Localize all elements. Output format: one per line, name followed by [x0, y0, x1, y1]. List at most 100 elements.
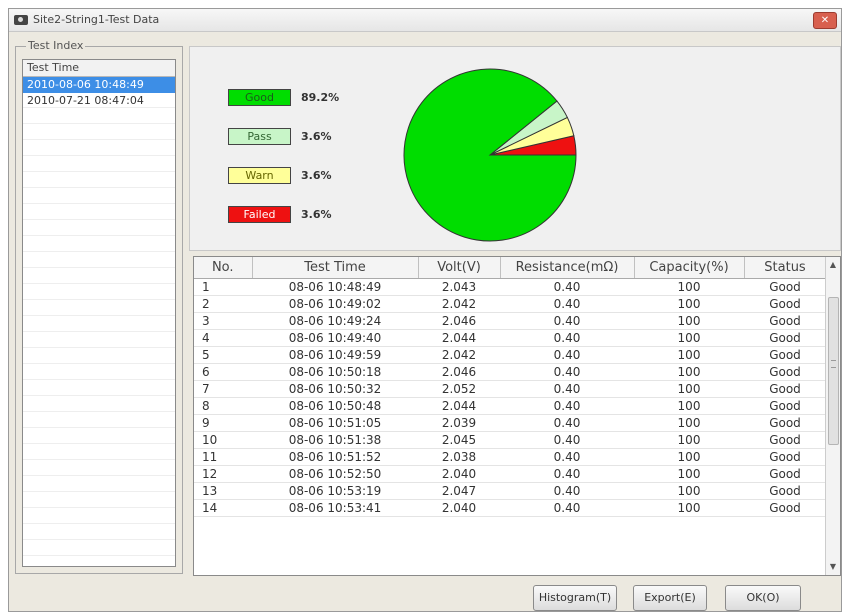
title-bar[interactable]: Site2-String1-Test Data ✕	[9, 9, 841, 32]
table-cell: 13	[194, 482, 252, 500]
status-chart-panel: Good 89.2% Pass 3.6% Warn 3.6% Failed 3.6%	[189, 46, 841, 251]
table-cell: 2.052	[418, 380, 500, 398]
table-cell: 0.40	[500, 295, 634, 313]
ok-button[interactable]: OK(O)	[725, 585, 801, 611]
table-cell: Good	[744, 380, 826, 398]
table-cell: 2.044	[418, 329, 500, 347]
table-cell: 2.046	[418, 363, 500, 381]
table-cell: 5	[194, 346, 252, 364]
column-header[interactable]: No.	[194, 257, 253, 279]
table-cell: 08-06 10:52:50	[252, 465, 418, 483]
table-cell: 2.042	[418, 295, 500, 313]
table-row[interactable]: 13 08-06 10:53:19 2.047 0.40 100 Good	[194, 482, 826, 500]
table-cell: 0.40	[500, 329, 634, 347]
table-row[interactable]: 9 08-06 10:51:05 2.039 0.40 100 Good	[194, 414, 826, 432]
table-row[interactable]: 8 08-06 10:50:48 2.044 0.40 100 Good	[194, 397, 826, 415]
table-cell: 10	[194, 431, 252, 449]
table-cell: 9	[194, 414, 252, 432]
test-data-table[interactable]: No. Test Time Volt(V) Resistance(mΩ) Capacit…	[193, 256, 841, 576]
scrollbar-thumb[interactable]	[828, 297, 839, 445]
table-cell: 100	[634, 448, 744, 466]
table-cell: 2.040	[418, 465, 500, 483]
test-index-item[interactable]: 2010-07-21 08:47:04	[23, 93, 175, 109]
column-header[interactable]: Capacity(%)	[634, 257, 745, 279]
camera-icon	[14, 15, 28, 25]
column-header[interactable]: Test Time	[252, 257, 419, 279]
table-cell: 100	[634, 295, 744, 313]
table-cell: 08-06 10:51:52	[252, 448, 418, 466]
test-data-window: Site2-String1-Test Data ✕ Test Index Tes…	[8, 8, 842, 612]
legend-swatch: Failed	[228, 206, 291, 223]
table-row[interactable]: 4 08-06 10:49:40 2.044 0.40 100 Good	[194, 329, 826, 347]
table-cell: Good	[744, 312, 826, 330]
table-cell: 100	[634, 499, 744, 517]
table-cell: 2.043	[418, 278, 500, 296]
pie-slice-good	[403, 68, 577, 242]
table-row[interactable]: 10 08-06 10:51:38 2.045 0.40 100 Good	[194, 431, 826, 449]
close-button[interactable]: ✕	[813, 12, 837, 29]
scroll-down-arrow-icon[interactable]: ▼	[826, 559, 840, 575]
table-cell: 08-06 10:53:19	[252, 482, 418, 500]
legend-swatch: Good	[228, 89, 291, 106]
table-cell: 08-06 10:49:02	[252, 295, 418, 313]
table-cell: 100	[634, 482, 744, 500]
window-title: Site2-String1-Test Data	[33, 13, 160, 26]
table-cell: 7	[194, 380, 252, 398]
table-cell: 100	[634, 278, 744, 296]
test-time-column-header[interactable]: Test Time	[23, 60, 175, 77]
table-cell: 2.038	[418, 448, 500, 466]
table-cell: Good	[744, 346, 826, 364]
table-row[interactable]: 12 08-06 10:52:50 2.040 0.40 100 Good	[194, 465, 826, 483]
table-cell: 2.039	[418, 414, 500, 432]
table-cell: 2.042	[418, 346, 500, 364]
table-row[interactable]: 3 08-06 10:49:24 2.046 0.40 100 Good	[194, 312, 826, 330]
table-cell: Good	[744, 363, 826, 381]
table-cell: 100	[634, 414, 744, 432]
table-cell: 100	[634, 329, 744, 347]
table-cell: Good	[744, 397, 826, 415]
table-row[interactable]: 11 08-06 10:51:52 2.038 0.40 100 Good	[194, 448, 826, 466]
table-row[interactable]: 5 08-06 10:49:59 2.042 0.40 100 Good	[194, 346, 826, 364]
table-cell: 100	[634, 312, 744, 330]
table-row[interactable]: 2 08-06 10:49:02 2.042 0.40 100 Good	[194, 295, 826, 313]
legend-percent: 3.6%	[301, 130, 332, 143]
table-cell: 08-06 10:48:49	[252, 278, 418, 296]
table-scrollbar[interactable]: ▲ ▼	[825, 257, 840, 575]
table-cell: Good	[744, 465, 826, 483]
table-cell: Good	[744, 499, 826, 517]
table-cell: 4	[194, 329, 252, 347]
table-row[interactable]: 14 08-06 10:53:41 2.040 0.40 100 Good	[194, 499, 826, 517]
table-cell: Good	[744, 482, 826, 500]
table-cell: 0.40	[500, 312, 634, 330]
table-cell: 2.044	[418, 397, 500, 415]
status-pie-chart	[403, 68, 577, 242]
table-row[interactable]: 6 08-06 10:50:18 2.046 0.40 100 Good	[194, 363, 826, 381]
table-cell: 100	[634, 346, 744, 364]
table-cell: 0.40	[500, 278, 634, 296]
table-cell: 08-06 10:51:38	[252, 431, 418, 449]
scroll-up-arrow-icon[interactable]: ▲	[826, 257, 840, 273]
table-row[interactable]: 1 08-06 10:48:49 2.043 0.40 100 Good	[194, 278, 826, 296]
table-cell: 0.40	[500, 346, 634, 364]
table-row[interactable]: 7 08-06 10:50:32 2.052 0.40 100 Good	[194, 380, 826, 398]
test-index-list[interactable]: Test Time 2010-08-06 10:48:49 2010-07-21 …	[22, 59, 176, 567]
table-cell: 0.40	[500, 499, 634, 517]
table-cell: 100	[634, 380, 744, 398]
table-cell: 08-06 10:49:59	[252, 346, 418, 364]
table-cell: 08-06 10:50:32	[252, 380, 418, 398]
table-cell: 08-06 10:50:18	[252, 363, 418, 381]
test-index-item[interactable]: 2010-08-06 10:48:49	[23, 77, 175, 93]
grip-icon	[831, 360, 836, 368]
table-cell: Good	[744, 414, 826, 432]
table-cell: 8	[194, 397, 252, 415]
table-cell: 2.046	[418, 312, 500, 330]
legend-swatch: Warn	[228, 167, 291, 184]
column-header[interactable]: Volt(V)	[418, 257, 501, 279]
table-cell: 0.40	[500, 448, 634, 466]
legend-percent: 3.6%	[301, 208, 332, 221]
histogram-button[interactable]: Histogram(T)	[533, 585, 617, 611]
column-header[interactable]: Status	[744, 257, 827, 279]
table-cell: 2.047	[418, 482, 500, 500]
export-button[interactable]: Export(E)	[633, 585, 707, 611]
column-header[interactable]: Resistance(mΩ)	[500, 257, 635, 279]
